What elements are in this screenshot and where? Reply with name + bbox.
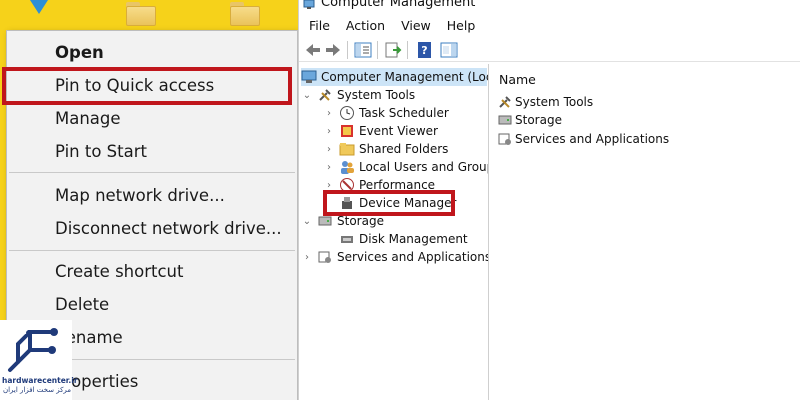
menu-view[interactable]: View xyxy=(401,18,431,33)
menu-file[interactable]: File xyxy=(309,18,330,33)
brand-logo: hardwarecenter.ir مرکز سخت افزار ایران xyxy=(0,320,78,400)
menu-item-manage[interactable]: Manage xyxy=(7,103,297,133)
show-hide-action-pane-icon[interactable] xyxy=(439,40,459,60)
forward-arrow-icon[interactable] xyxy=(323,40,343,60)
menu-item-disconnect-network-drive[interactable]: Disconnect network drive... xyxy=(7,213,297,243)
menu-item-create-shortcut[interactable]: Create shortcut xyxy=(7,256,297,286)
highlight-box-device-manager xyxy=(323,190,455,216)
desktop-folder-icon[interactable] xyxy=(126,0,156,26)
chevron-right-icon[interactable]: › xyxy=(323,107,335,119)
brand-name: hardwarecenter.ir xyxy=(2,376,78,385)
list-item[interactable]: Storage xyxy=(497,111,562,129)
column-header-name[interactable]: Name xyxy=(499,72,536,87)
chevron-right-icon[interactable]: › xyxy=(301,251,313,263)
export-list-icon[interactable] xyxy=(383,40,403,60)
system-tools-icon xyxy=(499,96,511,108)
results-pane: Name System Tools Storage Services and A… xyxy=(491,64,800,400)
menu-action[interactable]: Action xyxy=(346,18,385,33)
menu-item-open[interactable]: Open xyxy=(7,37,297,67)
desktop-icon-blue[interactable] xyxy=(26,0,52,26)
brand-tagline: مرکز سخت افزار ایران xyxy=(2,386,72,394)
tree-item-computer-management-root[interactable]: Computer Management (Local xyxy=(301,68,488,86)
chevron-right-icon[interactable]: › xyxy=(323,161,335,173)
toolbar: ? xyxy=(299,38,800,62)
services-icon xyxy=(318,251,331,263)
desktop-folder-icon[interactable] xyxy=(230,0,260,26)
system-tools-icon xyxy=(319,89,331,101)
computer-management-icon xyxy=(303,0,315,9)
tree-item-disk-management[interactable]: Disk Management xyxy=(323,230,468,248)
services-icon xyxy=(498,133,511,145)
computer-management-window: Computer Management File Action View Hel… xyxy=(298,0,800,400)
title-bar: Computer Management xyxy=(299,0,800,12)
show-hide-console-tree-icon[interactable] xyxy=(353,40,373,60)
storage-icon xyxy=(498,115,512,125)
menu-help[interactable]: Help xyxy=(447,18,476,33)
menu-separator xyxy=(9,172,295,173)
disk-management-icon xyxy=(341,236,353,243)
svg-text:?: ? xyxy=(421,44,427,57)
highlight-box-manage xyxy=(2,67,292,105)
desktop-background: Open Pin to Quick access Manage Pin to S… xyxy=(0,0,298,400)
list-item[interactable]: Services and Applications xyxy=(497,130,669,148)
console-tree: Computer Management (Local ⌄ System Tool… xyxy=(299,64,489,400)
tree-item-system-tools[interactable]: ⌄ System Tools xyxy=(301,86,415,104)
shared-folder-icon xyxy=(339,143,355,156)
menu-item-map-network-drive[interactable]: Map network drive... xyxy=(7,180,297,210)
menu-item-pin-start[interactable]: Pin to Start xyxy=(7,136,297,166)
chevron-right-icon[interactable]: › xyxy=(323,125,335,137)
back-arrow-icon[interactable] xyxy=(303,40,323,60)
list-item[interactable]: System Tools xyxy=(497,93,593,111)
chevron-down-icon[interactable]: ⌄ xyxy=(301,89,313,101)
event-viewer-icon xyxy=(341,125,353,137)
menu-separator xyxy=(9,250,295,251)
tree-item-local-users-groups[interactable]: › Local Users and Groups xyxy=(323,158,488,176)
menu-bar: File Action View Help xyxy=(299,14,800,36)
tree-item-shared-folders[interactable]: › Shared Folders xyxy=(323,140,448,158)
tree-item-services-applications[interactable]: › Services and Applications xyxy=(301,248,488,266)
users-icon xyxy=(341,161,354,174)
tree-item-task-scheduler[interactable]: › Task Scheduler xyxy=(323,104,449,122)
help-icon[interactable]: ? xyxy=(415,40,435,60)
tree-item-event-viewer[interactable]: › Event Viewer xyxy=(323,122,438,140)
chevron-right-icon[interactable]: › xyxy=(323,143,335,155)
chevron-down-icon[interactable]: ⌄ xyxy=(301,215,313,227)
menu-item-delete[interactable]: Delete xyxy=(7,289,297,319)
computer-management-icon xyxy=(301,70,317,83)
circuit-logo-icon xyxy=(8,328,58,372)
window-title: Computer Management xyxy=(321,0,476,10)
clock-icon xyxy=(340,106,354,120)
